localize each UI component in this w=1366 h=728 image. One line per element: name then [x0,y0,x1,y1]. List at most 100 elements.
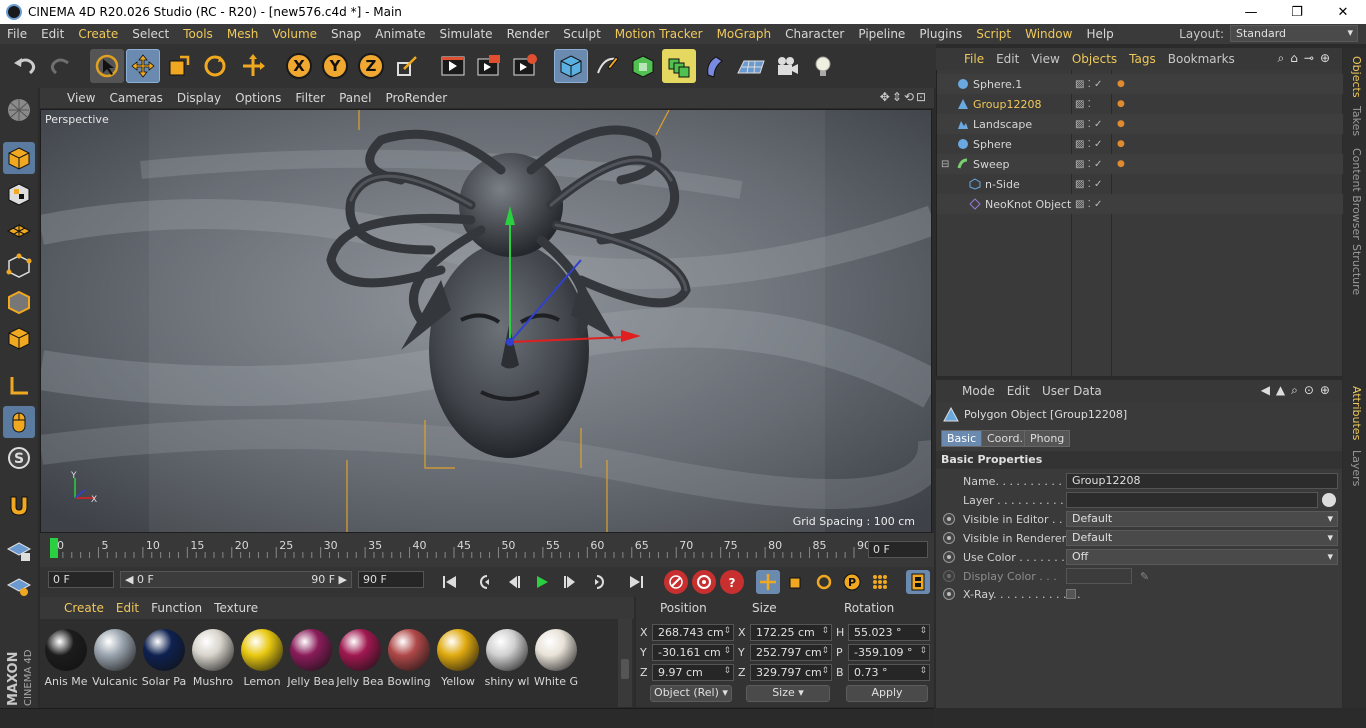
move-tool-button[interactable] [126,49,160,83]
position-field[interactable]: 268.743 cm [652,623,734,641]
menu-render[interactable]: Render [500,27,557,41]
autokeying-button[interactable] [692,570,716,594]
viewport-navigation-icons[interactable]: ✥⇕⟲⊡ [880,90,928,104]
scale-key-button[interactable] [784,570,808,594]
coordinate-mode-select[interactable]: Object (Rel) ▾ [650,685,732,702]
tweak-mode-button[interactable] [3,406,35,438]
tab-phong[interactable]: Phong [1024,430,1071,447]
start-frame-field[interactable]: 0 F [48,571,114,588]
tab-content-browser-side[interactable]: Content Browser [1346,148,1363,240]
render-view-button[interactable] [436,49,470,83]
size-mode-select[interactable]: Size ▾ [746,685,830,702]
spline-pen-button[interactable] [590,49,624,83]
material-swatch[interactable]: Bowling [385,627,433,697]
visibility-toggle-icon[interactable]: ▨ ⁚ ✓ [1075,79,1102,90]
previous-key-button[interactable] [474,570,498,594]
make-editable-button[interactable] [3,94,35,126]
enable-snap-button[interactable] [3,490,35,522]
perspective-viewport[interactable]: Y X Perspective Grid Spacing : 100 cm [40,109,932,533]
minimize-button[interactable]: — [1228,0,1274,24]
axis-mode-button[interactable] [3,370,35,402]
parameter-key-button[interactable]: P [840,570,864,594]
tab-attributes-side[interactable]: Attributes [1346,386,1363,440]
rotate-tool-button[interactable] [198,49,232,83]
rotation-field[interactable]: 0.73 ° [848,663,930,681]
tab-structure-side[interactable]: Structure [1346,244,1363,295]
visibility-toggle-icon[interactable]: ▨ ⁚ ✓ [1075,199,1102,210]
render-settings-button[interactable] [508,49,542,83]
deformer-button[interactable] [698,49,732,83]
object-menu-bookmarks[interactable]: Bookmarks [1162,52,1241,66]
xray-animate-icon[interactable] [943,588,955,600]
undo-button[interactable] [8,49,42,83]
material-tag-icon[interactable]: ● [1117,119,1125,129]
material-swatch[interactable]: Mushro [189,627,237,697]
position-field[interactable]: -30.161 cm [652,643,734,661]
attribute-menu-mode[interactable]: Mode [956,384,1001,398]
attribute-nav-icons[interactable]: ◀▲⌕⊙⊕ [1261,383,1336,398]
viewport-menu-view[interactable]: View [60,91,102,105]
material-tag-icon[interactable]: ● [1117,139,1125,149]
close-button[interactable]: ✕ [1320,0,1366,24]
scale-tool-button[interactable] [162,49,196,83]
material-scrollbar[interactable] [618,619,632,707]
points-mode-button[interactable] [3,250,35,282]
material-swatch[interactable]: Lemon [238,627,286,697]
object-row[interactable]: Sphere.1 ▨ ⁚ ✓ ● [937,74,1343,94]
object-row[interactable]: Sphere ▨ ⁚ ✓ ● [937,134,1343,154]
visibility-toggle-icon[interactable]: ▨ ⁚ ✓ [1075,159,1102,170]
object-row[interactable]: Landscape ▨ ⁚ ✓ ● [937,114,1343,134]
menu-mesh[interactable]: Mesh [220,27,266,41]
layout-dropdown[interactable]: Standard [1230,25,1358,42]
coordinate-system-button[interactable] [390,49,424,83]
menu-sculpt[interactable]: Sculpt [556,27,607,41]
lock-workplane-button[interactable] [3,534,35,566]
material-tag-icon[interactable]: ● [1117,159,1125,169]
viewport-menu-display[interactable]: Display [170,91,228,105]
tab-coord[interactable]: Coord. [981,430,1029,447]
menu-window[interactable]: Window [1018,27,1079,41]
material-swatch[interactable]: shiny wl [483,627,531,697]
next-frame-button[interactable] [558,570,582,594]
planar-workplane-button[interactable] [3,570,35,602]
array-generator-button[interactable] [662,49,696,83]
snap-button[interactable]: S [3,442,35,474]
play-button[interactable] [530,570,554,594]
material-tag-icon[interactable]: ● [1117,79,1125,89]
menu-simulate[interactable]: Simulate [433,27,500,41]
timeline-ruler[interactable]: 0 5 10 15 20 25 30 35 40 45 50 55 60 65 70 75 80 85 90 0 F [40,533,934,567]
record-active-objects-button[interactable] [664,570,688,594]
menu-character[interactable]: Character [778,27,851,41]
material-swatch[interactable]: Vulcanic [91,627,139,697]
object-menu-edit[interactable]: Edit [990,52,1025,66]
size-field[interactable]: 172.25 cm [750,623,832,641]
attribute-menu-edit[interactable]: Edit [1001,384,1036,398]
timeline-window-button[interactable] [906,570,930,594]
menu-pipeline[interactable]: Pipeline [851,27,912,41]
material-menu-function[interactable]: Function [145,601,208,615]
rotation-field[interactable]: 55.023 ° [848,623,930,641]
subdivision-surface-button[interactable] [626,49,660,83]
menu-edit[interactable]: Edit [34,27,71,41]
layer-picker-icon[interactable] [1322,493,1336,507]
menu-tools[interactable]: Tools [176,27,220,41]
menu-script[interactable]: Script [969,27,1018,41]
rotation-field[interactable]: -359.109 ° [848,643,930,661]
viewport-menu-filter[interactable]: Filter [288,91,332,105]
material-swatch[interactable]: Solar Pa [140,627,188,697]
apply-button[interactable]: Apply [846,685,928,702]
visible-in-editor-dropdown[interactable]: Default [1066,511,1338,527]
visible-in-editor-animate-icon[interactable] [943,513,955,525]
object-menu-view[interactable]: View [1025,52,1065,66]
material-menu-create[interactable]: Create [58,601,110,615]
previous-frame-button[interactable] [502,570,526,594]
next-key-button[interactable] [586,570,610,594]
menu-file[interactable]: File [0,27,34,41]
material-swatch[interactable]: Jelly Bea [287,627,335,697]
attribute-menu-user-data[interactable]: User Data [1036,384,1108,398]
transform-tool-button[interactable] [236,49,270,83]
xray-checkbox[interactable] [1066,589,1076,599]
end-frame-field[interactable]: 90 F [358,571,424,588]
viewport-menu-panel[interactable]: Panel [332,91,378,105]
object-row[interactable]: ⊟ Sweep ▨ ⁚ ✓ ● [937,154,1343,174]
